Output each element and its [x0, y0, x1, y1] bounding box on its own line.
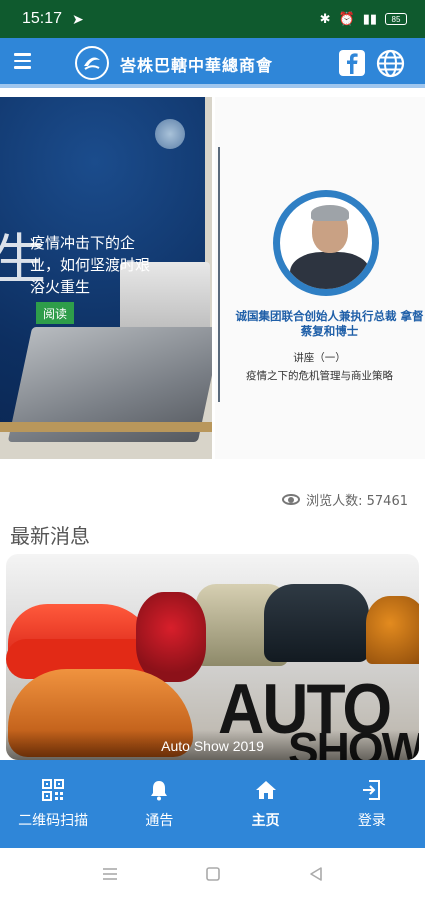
banner-divider: [218, 147, 220, 402]
speaker-portrait: [273, 190, 379, 296]
read-button[interactable]: 阅读: [36, 302, 74, 324]
facebook-icon[interactable]: [339, 50, 365, 76]
home-icon: [255, 781, 276, 799]
banner-headline: 疫情冲击下的企业，如何坚渡时艰浴火重生: [30, 234, 151, 296]
nav-item-notices[interactable]: 通告: [106, 760, 212, 848]
news-card-title: Auto Show 2019: [6, 730, 419, 760]
lecture-number: 讲座（一）: [293, 352, 346, 364]
status-time: 15:17: [22, 10, 63, 27]
nav-item-qr-scan[interactable]: 二维码扫描: [0, 760, 106, 848]
app-title: 峇株巴轄中華總商會: [120, 56, 274, 75]
app-bar: 峇株巴轄中華總商會: [0, 38, 425, 88]
battery-icon: 85: [385, 13, 407, 25]
status-bar: 15:17 ➤ ✱ ⏰ ▮▮ 85: [0, 0, 425, 38]
news-image-beetle: [366, 596, 419, 664]
nav-label-home: 主页: [251, 813, 280, 829]
bottom-nav: 二维码扫描 通告 主页 登录: [0, 760, 425, 848]
login-icon: [362, 780, 380, 800]
home-square-icon[interactable]: [204, 865, 222, 883]
battery-level: 85: [391, 14, 401, 24]
news-image-mini: [264, 584, 369, 662]
news-image-motorcycle: [136, 592, 206, 682]
menu-icon[interactable]: [0, 36, 44, 86]
nav-label-notices: 通告: [145, 813, 174, 829]
speaker-name: 诚国集团联合创始人兼执行总裁 拿督蔡复和博士: [235, 309, 424, 338]
views-label: 浏览人数: 57461: [306, 494, 408, 509]
status-icons: ✱ ⏰ ▮▮ 85: [320, 11, 407, 27]
bell-icon: [151, 781, 168, 801]
alarm-icon: ⏰: [338, 11, 355, 26]
banner-carousel[interactable]: 生 疫情冲击下的企业，如何坚渡时艰浴火重生 阅读 诚国集团联合创始人兼执行总裁 …: [0, 92, 425, 477]
banner-slide-lecture[interactable]: 诚国集团联合创始人兼执行总裁 拿督蔡复和博士 讲座（一） 疫情之下的危机管理与商…: [215, 97, 425, 459]
nav-item-login[interactable]: 登录: [319, 760, 425, 848]
banner-moon-graphic: [155, 119, 185, 149]
system-nav-bar: [0, 848, 425, 900]
bluetooth-icon: ✱: [319, 11, 331, 26]
banner-gold-strip: [0, 422, 212, 432]
lecture-topic: 疫情之下的危机管理与商业策略: [246, 370, 393, 382]
eye-icon: [282, 494, 301, 505]
signal-icon: ▮▮: [362, 11, 377, 26]
qr-code-icon: [42, 779, 65, 801]
news-card[interactable]: AUTO SHOW Auto Show 2019: [6, 554, 419, 760]
logo-icon: [75, 46, 109, 80]
recent-apps-icon[interactable]: [101, 865, 119, 883]
nav-label-login: 登录: [357, 813, 386, 829]
section-title-latest-news: 最新消息: [10, 524, 90, 548]
telegram-icon: ➤: [72, 10, 84, 27]
banner-slide-article[interactable]: 生 疫情冲击下的企业，如何坚渡时艰浴火重生 阅读: [0, 97, 212, 459]
back-icon[interactable]: [307, 865, 325, 883]
nav-item-home[interactable]: 主页: [213, 760, 319, 848]
views-counter: 浏览人数: 57461: [282, 490, 408, 509]
nav-label-qr-scan: 二维码扫描: [18, 813, 89, 829]
globe-icon[interactable]: [376, 49, 405, 78]
